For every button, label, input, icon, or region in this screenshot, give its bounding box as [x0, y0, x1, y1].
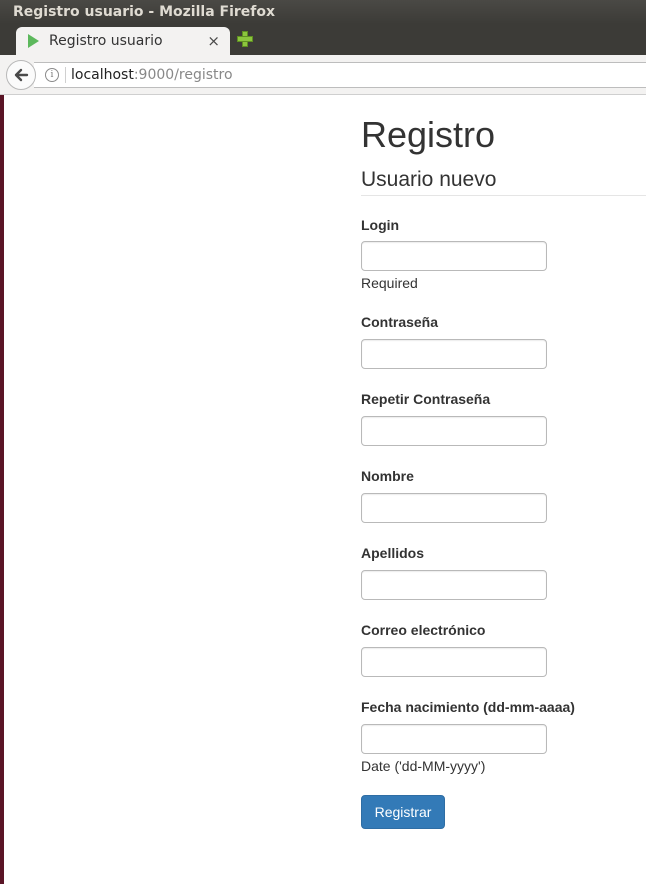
play-triangle-icon — [28, 34, 39, 48]
tab-registro-usuario[interactable]: Registro usuario × — [16, 27, 230, 55]
back-button[interactable] — [6, 60, 36, 90]
navigation-toolbar: i localhost:9000/registro — [0, 55, 646, 95]
url-path: :9000/registro — [133, 67, 233, 83]
page-title: Registro — [361, 114, 496, 155]
repeat-password-label: Repetir Contraseña — [361, 391, 491, 407]
login-help-text: Required — [361, 275, 418, 291]
birthdate-input[interactable] — [361, 724, 547, 754]
close-icon[interactable]: × — [207, 27, 220, 55]
register-button[interactable]: Registrar — [361, 795, 445, 829]
url-separator — [65, 67, 66, 83]
new-tab-button[interactable] — [236, 30, 254, 48]
plus-icon — [237, 31, 253, 47]
email-label: Correo electrónico — [361, 622, 486, 638]
tab-title: Registro usuario — [49, 33, 163, 49]
back-arrow-icon — [14, 68, 29, 82]
password-label: Contraseña — [361, 314, 439, 330]
login-input[interactable] — [361, 241, 547, 271]
window-title: Registro usuario - Mozilla Firefox — [13, 4, 276, 20]
window-left-edge — [0, 95, 4, 884]
info-icon[interactable]: i — [45, 68, 59, 82]
first-name-label: Nombre — [361, 468, 414, 484]
url-bar[interactable]: i localhost:9000/registro — [34, 62, 646, 88]
tab-strip: Registro usuario × — [0, 24, 646, 55]
last-name-input[interactable] — [361, 570, 547, 600]
birthdate-help-text: Date ('dd-MM-yyyy') — [361, 758, 486, 774]
login-label: Login — [361, 217, 400, 233]
repeat-password-input[interactable] — [361, 416, 547, 446]
email-input[interactable] — [361, 647, 547, 677]
last-name-label: Apellidos — [361, 545, 425, 561]
form-subtitle: Usuario nuevo — [361, 168, 497, 191]
url-host: localhost — [71, 67, 134, 83]
window-titlebar: Registro usuario - Mozilla Firefox — [0, 0, 646, 24]
password-input[interactable] — [361, 339, 547, 369]
first-name-input[interactable] — [361, 493, 547, 523]
url-text[interactable]: localhost:9000/registro — [71, 63, 233, 87]
birthdate-label: Fecha nacimiento (dd-mm-aaaa) — [361, 699, 575, 715]
subtitle-divider — [361, 195, 646, 196]
